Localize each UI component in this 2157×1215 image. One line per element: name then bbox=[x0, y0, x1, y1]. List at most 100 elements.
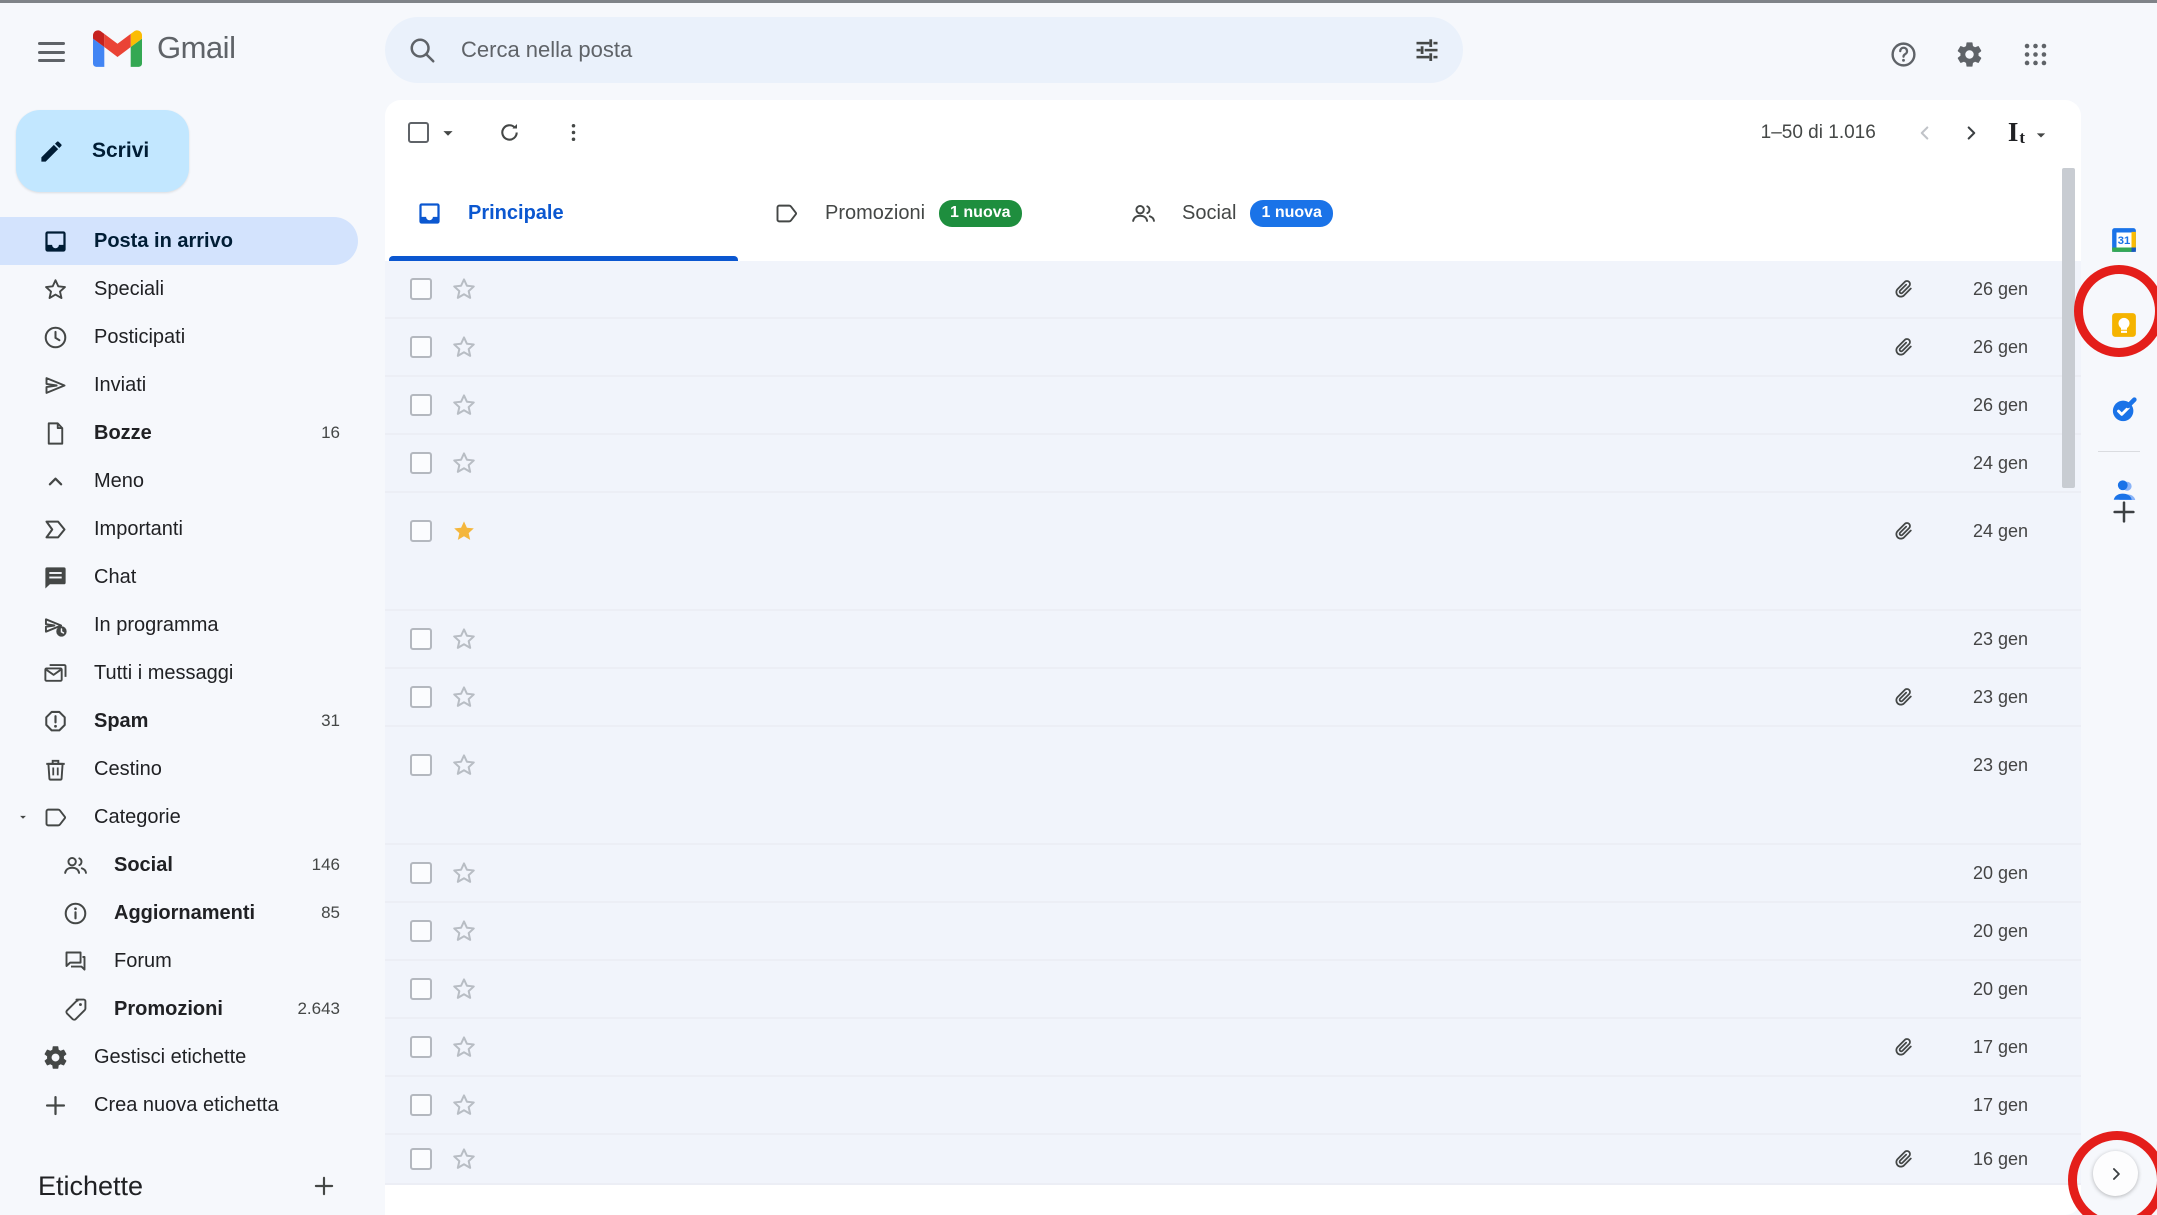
star-toggle[interactable] bbox=[450, 683, 478, 711]
sidebar-item-chat[interactable]: Chat bbox=[0, 553, 358, 601]
input-tools-caret-icon bbox=[2031, 125, 2051, 145]
select-checkbox[interactable] bbox=[410, 278, 432, 300]
newer-page-button[interactable] bbox=[1902, 110, 1948, 156]
sidebar-item-inbox[interactable]: Posta in arrivo bbox=[0, 217, 358, 265]
search-bar[interactable] bbox=[385, 17, 1463, 83]
folder-list: Posta in arrivoSpecialiPosticipatiInviat… bbox=[0, 217, 385, 1129]
tasks-icon[interactable] bbox=[2100, 386, 2148, 434]
sidebar-item-create-label[interactable]: Crea nuova etichetta bbox=[0, 1081, 358, 1129]
svg-text:31: 31 bbox=[2118, 235, 2131, 247]
sidebar-item-important[interactable]: Importanti bbox=[0, 505, 358, 553]
settings-icon bbox=[42, 1044, 69, 1071]
email-row[interactable]: 20 gen bbox=[385, 903, 2081, 961]
star-toggle[interactable] bbox=[450, 517, 478, 545]
select-checkbox[interactable] bbox=[410, 452, 432, 474]
select-checkbox[interactable] bbox=[410, 1148, 432, 1170]
email-row[interactable]: 20 gen bbox=[385, 845, 2081, 903]
star-toggle[interactable] bbox=[450, 449, 478, 477]
email-row[interactable]: 26 gen bbox=[385, 377, 2081, 435]
sidebar-item-forums[interactable]: Forum bbox=[0, 937, 358, 985]
keep-icon[interactable] bbox=[2100, 301, 2148, 349]
help-button[interactable] bbox=[1878, 29, 1928, 79]
star-toggle[interactable] bbox=[450, 1145, 478, 1173]
main-menu-button[interactable] bbox=[26, 27, 76, 77]
email-row[interactable]: 26 gen bbox=[385, 319, 2081, 377]
sidebar-item-starred[interactable]: Speciali bbox=[0, 265, 358, 313]
star-toggle[interactable] bbox=[450, 975, 478, 1003]
star-toggle[interactable] bbox=[450, 917, 478, 945]
sidebar-item-label: Meno bbox=[94, 470, 144, 493]
settings-button[interactable] bbox=[1944, 29, 1994, 79]
sidebar-item-scheduled[interactable]: In programma bbox=[0, 601, 358, 649]
create-label-button[interactable] bbox=[300, 1162, 348, 1210]
contacts-icon[interactable] bbox=[2100, 466, 2148, 514]
gmail-logo: Gmail bbox=[93, 29, 235, 67]
star-toggle[interactable] bbox=[450, 859, 478, 887]
star-toggle[interactable] bbox=[450, 1033, 478, 1061]
sidebar-item-manage-labels[interactable]: Gestisci etichette bbox=[0, 1033, 358, 1081]
sidebar-item-less[interactable]: Meno bbox=[0, 457, 358, 505]
select-checkbox[interactable] bbox=[410, 520, 432, 542]
email-row[interactable]: 24 gen bbox=[385, 493, 2081, 611]
select-checkbox[interactable] bbox=[410, 336, 432, 358]
star-toggle[interactable] bbox=[450, 625, 478, 653]
email-row[interactable]: 23 gen bbox=[385, 611, 2081, 669]
select-checkbox[interactable] bbox=[410, 920, 432, 942]
sidebar-item-trash[interactable]: Cestino bbox=[0, 745, 358, 793]
select-checkbox[interactable] bbox=[410, 978, 432, 1000]
star-toggle[interactable] bbox=[450, 391, 478, 419]
tab-label: Promozioni bbox=[825, 202, 925, 225]
sidebar-item-label: Crea nuova etichetta bbox=[94, 1094, 279, 1117]
email-row[interactable]: 20 gen bbox=[385, 961, 2081, 1019]
sidebar-item-social[interactable]: Social146 bbox=[0, 841, 358, 889]
tab-social[interactable]: Social1 nuova bbox=[1099, 165, 1456, 261]
sidebar-item-drafts[interactable]: Bozze16 bbox=[0, 409, 358, 457]
select-checkbox[interactable] bbox=[410, 862, 432, 884]
sidebar-item-categories[interactable]: Categorie bbox=[0, 793, 358, 841]
input-tools-button[interactable]: It bbox=[2008, 119, 2051, 146]
calendar-icon[interactable]: 31 bbox=[2100, 216, 2148, 264]
email-row[interactable]: 24 gen bbox=[385, 435, 2081, 493]
expand-categories-icon[interactable] bbox=[16, 810, 30, 824]
email-row[interactable]: 23 gen bbox=[385, 669, 2081, 727]
select-checkbox[interactable] bbox=[410, 686, 432, 708]
compose-button[interactable]: Scrivi bbox=[16, 110, 189, 192]
select-checkbox[interactable] bbox=[410, 754, 432, 776]
draft-icon bbox=[42, 420, 69, 447]
email-row[interactable]: 16 gen bbox=[385, 1135, 2081, 1185]
select-checkbox[interactable] bbox=[410, 1036, 432, 1058]
email-row[interactable]: 17 gen bbox=[385, 1019, 2081, 1077]
header: Gmail bbox=[0, 3, 2157, 100]
select-all-checkbox[interactable] bbox=[408, 122, 429, 143]
sidebar-item-sent[interactable]: Inviati bbox=[0, 361, 358, 409]
star-toggle[interactable] bbox=[450, 275, 478, 303]
more-options-button[interactable] bbox=[549, 109, 597, 157]
older-page-button[interactable] bbox=[1948, 110, 1994, 156]
star-toggle[interactable] bbox=[450, 1091, 478, 1119]
sidebar-item-updates[interactable]: Aggiornamenti85 bbox=[0, 889, 358, 937]
sidebar-item-snoozed[interactable]: Posticipati bbox=[0, 313, 358, 361]
tab-promotions[interactable]: Promozioni1 nuova bbox=[742, 165, 1099, 261]
sidebar-item-spam[interactable]: Spam31 bbox=[0, 697, 358, 745]
apps-grid-button[interactable] bbox=[2010, 29, 2060, 79]
trash-icon bbox=[42, 756, 69, 783]
labels-section-header: Etichette bbox=[0, 1158, 358, 1214]
star-toggle[interactable] bbox=[450, 751, 478, 779]
expand-side-panel-button[interactable] bbox=[2093, 1151, 2138, 1196]
list-scrollbar-thumb[interactable] bbox=[2062, 168, 2075, 488]
email-date: 23 gen bbox=[1938, 629, 2028, 650]
email-row[interactable]: 17 gen bbox=[385, 1077, 2081, 1135]
select-dropdown-icon[interactable] bbox=[437, 122, 459, 144]
email-row[interactable]: 26 gen bbox=[385, 261, 2081, 319]
sidebar-item-all-mail[interactable]: Tutti i messaggi bbox=[0, 649, 358, 697]
star-toggle[interactable] bbox=[450, 333, 478, 361]
tab-primary[interactable]: Principale bbox=[385, 165, 742, 261]
select-checkbox[interactable] bbox=[410, 628, 432, 650]
email-row[interactable]: 23 gen bbox=[385, 727, 2081, 845]
select-checkbox[interactable] bbox=[410, 394, 432, 416]
search-options-icon[interactable] bbox=[1413, 36, 1441, 64]
search-input[interactable] bbox=[461, 37, 1413, 63]
sidebar-item-promotions[interactable]: Promozioni2.643 bbox=[0, 985, 358, 1033]
select-checkbox[interactable] bbox=[410, 1094, 432, 1116]
refresh-button[interactable] bbox=[485, 109, 533, 157]
